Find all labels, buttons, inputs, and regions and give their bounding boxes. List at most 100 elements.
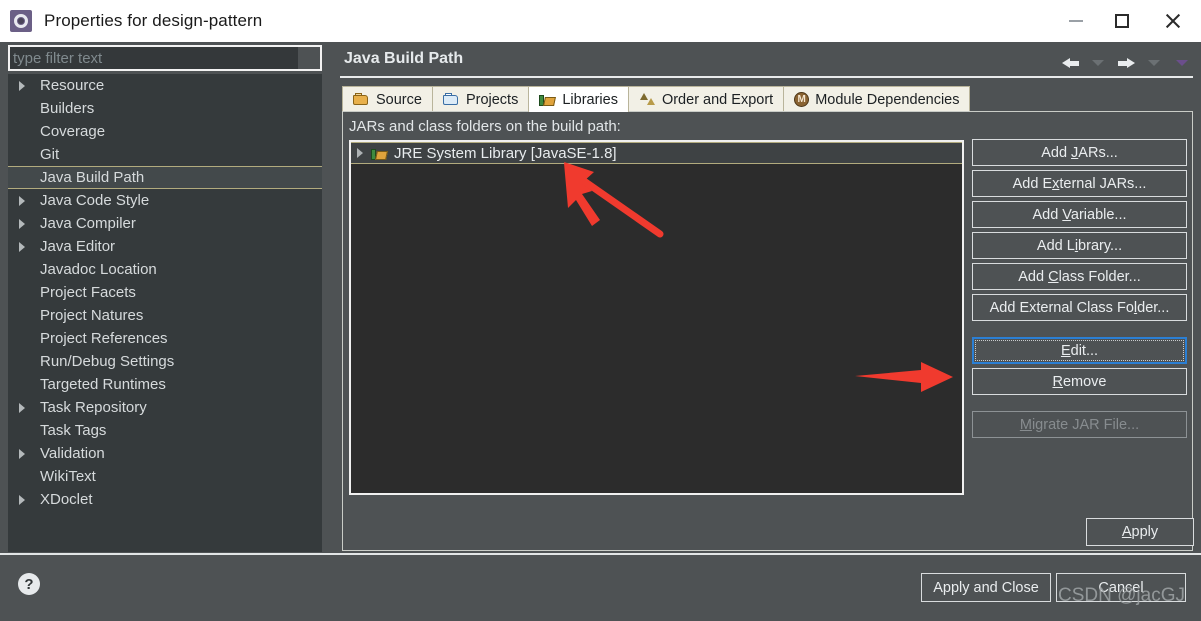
chevron-right-icon[interactable] [14, 495, 30, 505]
minimize-button[interactable] [1053, 0, 1099, 42]
package-icon [353, 92, 370, 107]
chevron-right-icon[interactable] [14, 219, 30, 229]
remove-button[interactable]: Remove [972, 368, 1187, 395]
chevron-right-icon[interactable] [14, 403, 30, 413]
forward-button[interactable] [1115, 52, 1137, 74]
sidebar-item-label: Java Build Path [40, 169, 145, 186]
button-label: Add Class Folder... [1018, 268, 1141, 285]
sidebar-item-validation[interactable]: Validation [8, 442, 322, 465]
add-class-folder-button[interactable]: Add Class Folder... [972, 263, 1187, 290]
chevron-down-icon [1092, 60, 1104, 66]
help-icon[interactable]: ? [18, 573, 40, 595]
sidebar-item-run-debug-settings[interactable]: Run/Debug Settings [8, 350, 322, 373]
eclipse-properties-icon [10, 10, 32, 32]
jar-list[interactable]: JRE System Library [JavaSE-1.8] [349, 140, 964, 495]
tab-module-dependencies[interactable]: M Module Dependencies [783, 86, 971, 112]
page-navigation [1059, 52, 1193, 74]
close-button[interactable] [1145, 0, 1201, 42]
tab-libraries[interactable]: Libraries [528, 86, 629, 112]
add-external-class-folder-button[interactable]: Add External Class Folder... [972, 294, 1187, 321]
sidebar-item-project-facets[interactable]: Project Facets [8, 281, 322, 304]
tab-order-and-export[interactable]: Order and Export [627, 86, 785, 112]
sidebar-item-builders[interactable]: Builders [8, 97, 322, 120]
sidebar-item-label: Targeted Runtimes [40, 376, 166, 393]
chevron-right-icon[interactable] [357, 148, 363, 158]
build-path-tabs[interactable]: Source Projects Libraries Order and Export M… [342, 86, 971, 112]
tab-projects[interactable]: Projects [431, 86, 530, 112]
filter-input[interactable]: type filter text [8, 45, 322, 71]
add-variable-button[interactable]: Add Variable... [972, 201, 1187, 228]
chevron-right-icon[interactable] [14, 242, 30, 252]
jar-list-row[interactable]: JRE System Library [JavaSE-1.8] [351, 142, 962, 164]
title-bar: Properties for design-pattern [0, 0, 1201, 42]
sidebar-item-resource[interactable]: Resource [8, 74, 322, 97]
button-label: Remove [1052, 373, 1107, 390]
jar-entry-label: JRE System Library [JavaSE-1.8] [394, 144, 617, 162]
sidebar-item-label: Project Natures [40, 307, 144, 324]
sidebar-item-java-compiler[interactable]: Java Compiler [8, 212, 322, 235]
sidebar-item-label: Git [40, 146, 60, 163]
order-arrows-icon [639, 92, 656, 107]
properties-dialog: Properties for design-pattern type filte… [0, 0, 1201, 621]
tab-label: Source [376, 91, 422, 108]
settings-sidebar: type filter text Resource Builders Coverag… [0, 42, 332, 552]
sidebar-item-git[interactable]: Git [8, 143, 322, 166]
cancel-button[interactable]: Cancel [1056, 573, 1186, 602]
add-external-jars-button[interactable]: Add External JARs... [972, 170, 1187, 197]
sidebar-item-project-natures[interactable]: Project Natures [8, 304, 322, 327]
settings-tree[interactable]: Resource Builders Coverage Git Java Build Pa… [8, 74, 322, 552]
chevron-down-icon [1148, 60, 1160, 66]
forward-dropdown-button[interactable] [1143, 52, 1165, 74]
sidebar-item-label: Java Editor [40, 238, 116, 255]
sidebar-item-java-build-path[interactable]: Java Build Path [8, 166, 322, 189]
edit-button[interactable]: Edit... [972, 337, 1187, 364]
libraries-tab-panel: JARs and class folders on the build path… [342, 111, 1193, 551]
tab-label: Module Dependencies [815, 91, 960, 108]
title-divider [340, 76, 1193, 78]
page-panel: Java Build Path Source Projects Libraries O… [332, 42, 1201, 552]
add-library-button[interactable]: Add Library... [972, 232, 1187, 259]
sidebar-item-java-code-style[interactable]: Java Code Style [8, 189, 322, 212]
forward-arrow-icon [1117, 57, 1135, 70]
button-label: Add Variable... [1032, 206, 1127, 223]
close-icon [1164, 12, 1182, 30]
sidebar-item-task-tags[interactable]: Task Tags [8, 419, 322, 442]
sidebar-item-javadoc-location[interactable]: Javadoc Location [8, 258, 322, 281]
maximize-icon [1115, 14, 1129, 28]
add-jars-button[interactable]: Add JARs... [972, 139, 1187, 166]
tab-label: Order and Export [661, 91, 774, 108]
chevron-right-icon[interactable] [14, 449, 30, 459]
page-title: Java Build Path [344, 50, 464, 67]
sidebar-item-xdoclet[interactable]: XDoclet [8, 488, 322, 511]
button-label: Add JARs... [1041, 144, 1118, 161]
sidebar-item-label: Project Facets [40, 284, 136, 301]
maximize-button[interactable] [1099, 0, 1145, 42]
sidebar-item-label: Javadoc Location [40, 261, 157, 278]
tab-source[interactable]: Source [342, 86, 433, 112]
sidebar-item-project-references[interactable]: Project References [8, 327, 322, 350]
sidebar-item-task-repository[interactable]: Task Repository [8, 396, 322, 419]
sidebar-item-label: WikiText [40, 468, 96, 485]
sidebar-item-java-editor[interactable]: Java Editor [8, 235, 322, 258]
button-label: Add External Class Folder... [989, 299, 1170, 316]
sidebar-item-label: Run/Debug Settings [40, 353, 175, 370]
sidebar-item-wikitext[interactable]: WikiText [8, 465, 322, 488]
sidebar-item-label: Java Compiler [40, 215, 136, 232]
sidebar-item-label: Task Repository [40, 399, 147, 416]
apply-button[interactable]: Apply [1086, 518, 1194, 546]
filter-clear-button[interactable] [298, 47, 320, 69]
migrate-jar-file-button: Migrate JAR File... [972, 411, 1187, 438]
button-label: Edit... [1060, 342, 1099, 359]
back-button[interactable] [1059, 52, 1081, 74]
books-icon [539, 92, 556, 107]
tab-label: Projects [465, 91, 519, 108]
sidebar-item-targeted-runtimes[interactable]: Targeted Runtimes [8, 373, 322, 396]
chevron-right-icon[interactable] [14, 81, 30, 91]
sidebar-item-coverage[interactable]: Coverage [8, 120, 322, 143]
window-title: Properties for design-pattern [44, 11, 263, 30]
chevron-right-icon[interactable] [14, 196, 30, 206]
view-menu-button[interactable] [1171, 52, 1193, 74]
back-dropdown-button[interactable] [1087, 52, 1109, 74]
apply-and-close-button[interactable]: Apply and Close [921, 573, 1051, 602]
back-arrow-icon [1061, 57, 1079, 70]
